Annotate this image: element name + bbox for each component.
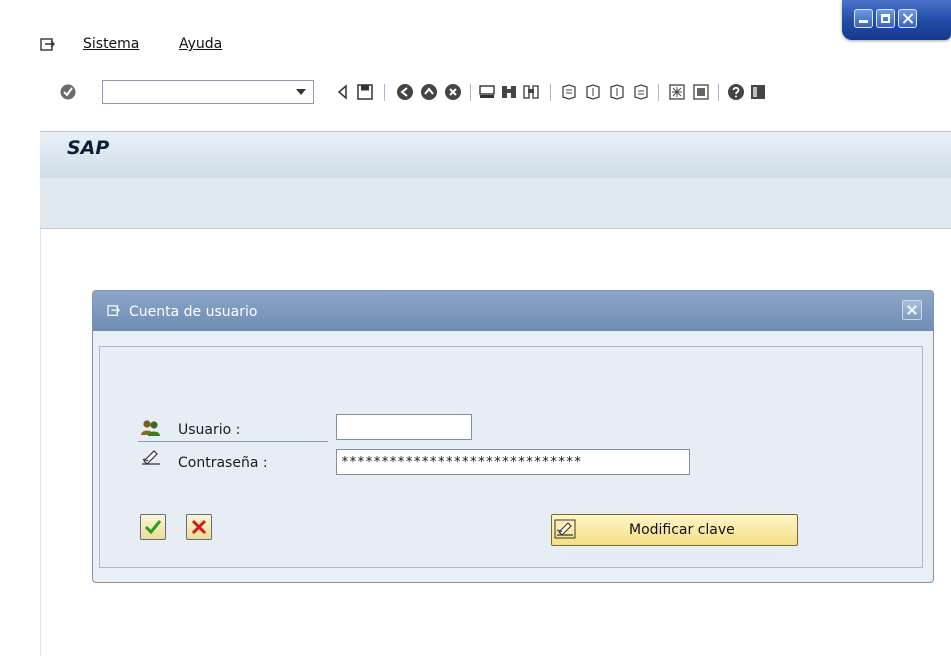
last-page-icon[interactable] xyxy=(632,83,650,101)
window-controls xyxy=(842,0,951,40)
command-field[interactable] xyxy=(102,80,314,104)
menu-icon[interactable] xyxy=(40,38,56,52)
chevron-down-icon[interactable] xyxy=(296,89,306,95)
toolbar-separator xyxy=(718,84,719,101)
dialog-menu-icon[interactable] xyxy=(107,305,121,317)
sap-title-bar xyxy=(40,131,951,178)
users-icon xyxy=(141,420,160,436)
close-window-icon[interactable] xyxy=(898,9,917,28)
dialog-title-bar: Cuenta de usuario xyxy=(93,291,933,331)
label-underline xyxy=(138,441,328,442)
back-arrow-icon[interactable] xyxy=(334,83,352,101)
menu-item-sistema[interactable]: Sistema xyxy=(83,36,139,52)
toolbar-separator xyxy=(550,84,551,101)
enter-check-icon[interactable] xyxy=(59,83,77,101)
print-icon[interactable] xyxy=(478,83,496,101)
dialog-title: Cuenta de usuario xyxy=(129,304,258,320)
cancel-button[interactable] xyxy=(186,514,212,540)
find-icon[interactable] xyxy=(500,83,518,101)
password-input[interactable]: ****************************** xyxy=(336,449,690,475)
find-next-icon[interactable] xyxy=(522,83,540,101)
close-x-icon xyxy=(191,519,207,535)
pen-signature-icon xyxy=(554,519,576,539)
first-page-icon[interactable] xyxy=(560,83,578,101)
layout-menu-icon[interactable] xyxy=(749,83,767,101)
toolbar-separator xyxy=(470,84,471,101)
change-password-label: Modificar clave xyxy=(629,522,735,538)
cancel-icon[interactable] xyxy=(444,83,462,101)
next-page-icon[interactable] xyxy=(608,83,626,101)
previous-page-icon[interactable] xyxy=(584,83,602,101)
user-input[interactable] xyxy=(336,414,472,440)
maximize-icon[interactable] xyxy=(876,9,895,28)
help-icon[interactable] xyxy=(727,83,745,101)
exit-icon[interactable] xyxy=(420,83,438,101)
application-toolbar xyxy=(40,178,951,229)
back-icon[interactable] xyxy=(396,83,414,101)
pen-signature-icon xyxy=(142,450,160,465)
minimize-icon[interactable] xyxy=(854,9,873,28)
password-label: Contraseña : xyxy=(178,455,268,471)
menu-item-ayuda[interactable]: Ayuda xyxy=(179,36,222,52)
toolbar-separator xyxy=(658,84,659,101)
accept-button[interactable] xyxy=(140,514,166,540)
toolbar-separator xyxy=(384,84,385,101)
create-session-icon[interactable] xyxy=(668,83,686,101)
page-title: SAP xyxy=(67,137,110,159)
user-label: Usuario : xyxy=(178,422,241,438)
check-icon xyxy=(144,520,162,535)
save-icon[interactable] xyxy=(356,83,374,101)
close-icon[interactable] xyxy=(902,300,922,320)
shortcut-icon[interactable] xyxy=(692,83,710,101)
